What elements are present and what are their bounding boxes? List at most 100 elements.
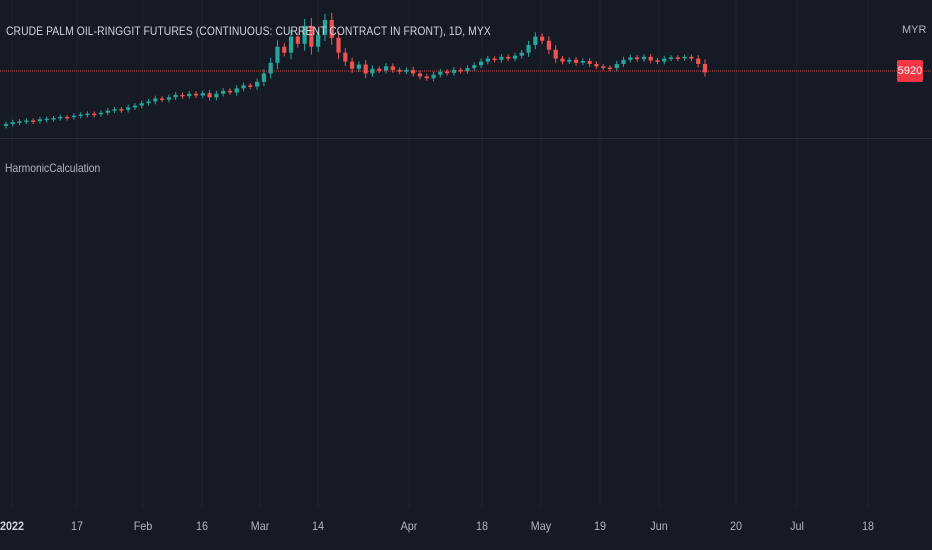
candle-body bbox=[560, 58, 565, 62]
candle bbox=[621, 56, 626, 68]
time-axis-label: 16 bbox=[195, 519, 209, 533]
candle bbox=[207, 89, 212, 101]
candle bbox=[10, 119, 15, 127]
candle bbox=[126, 104, 131, 113]
candle-body bbox=[424, 76, 429, 79]
candle bbox=[261, 69, 266, 87]
candle-body bbox=[499, 56, 504, 60]
candle bbox=[696, 55, 701, 68]
candle bbox=[512, 52, 518, 62]
candle bbox=[51, 115, 56, 122]
candle bbox=[397, 67, 402, 75]
candle-body bbox=[343, 52, 348, 62]
candle-body bbox=[146, 101, 151, 104]
candle bbox=[268, 57, 273, 79]
pane-separator[interactable] bbox=[0, 138, 932, 139]
candle bbox=[567, 57, 572, 65]
candle-body bbox=[696, 58, 701, 64]
candle bbox=[404, 67, 409, 75]
candle bbox=[458, 67, 463, 74]
candle-body bbox=[356, 64, 361, 69]
candle-body bbox=[193, 93, 199, 96]
candle bbox=[451, 67, 457, 76]
candle-body bbox=[241, 85, 246, 89]
candle-body bbox=[553, 49, 558, 59]
candle-body bbox=[85, 113, 90, 116]
candle-body bbox=[431, 74, 436, 79]
candle bbox=[472, 62, 477, 71]
candle-body bbox=[519, 52, 524, 56]
candle bbox=[506, 54, 511, 62]
candle-body bbox=[635, 57, 640, 60]
candle-body bbox=[119, 109, 124, 111]
time-axis-label: Feb bbox=[133, 519, 153, 533]
candle bbox=[635, 54, 640, 62]
candle-body bbox=[370, 68, 375, 74]
candle-body bbox=[180, 94, 185, 97]
candle-body bbox=[451, 69, 457, 73]
candle bbox=[377, 66, 382, 74]
candle-body bbox=[105, 110, 110, 113]
symbol-title[interactable]: CRUDE PALM OIL-RINGGIT FUTURES (CONTINUO… bbox=[6, 24, 491, 38]
currency-label: MYR bbox=[902, 24, 927, 36]
candle bbox=[200, 90, 205, 99]
candle bbox=[146, 98, 151, 106]
candle-body bbox=[668, 57, 674, 59]
candle-body bbox=[492, 58, 497, 61]
candle bbox=[594, 61, 599, 70]
candle-body bbox=[187, 93, 192, 97]
candle bbox=[587, 58, 592, 67]
chart-canvas[interactable] bbox=[0, 0, 932, 550]
candle bbox=[546, 36, 552, 55]
time-axis-label: 20 bbox=[729, 519, 743, 533]
candle-body bbox=[64, 116, 70, 119]
candle-body bbox=[573, 59, 579, 63]
candle bbox=[601, 64, 606, 71]
candle-body bbox=[17, 121, 22, 123]
candle-body bbox=[641, 56, 647, 60]
candle-body bbox=[207, 93, 212, 98]
candle-body bbox=[248, 85, 253, 87]
indicator-title[interactable]: HarmonicCalculation bbox=[5, 161, 100, 175]
time-axis-label: 18 bbox=[475, 519, 489, 533]
candle bbox=[37, 116, 43, 124]
candle-body bbox=[31, 120, 36, 122]
candle bbox=[187, 91, 192, 99]
candle-body bbox=[390, 66, 395, 70]
candle-body bbox=[254, 81, 260, 87]
time-axis-label: Apr bbox=[400, 519, 418, 533]
chart-area[interactable]: CRUDE PALM OIL-RINGGIT FUTURES (CONTINUO… bbox=[0, 0, 932, 550]
candle bbox=[350, 57, 355, 73]
candle-body bbox=[682, 56, 687, 59]
candle bbox=[492, 56, 497, 63]
candle-body bbox=[648, 56, 653, 61]
candle-body bbox=[227, 90, 233, 93]
candle-body bbox=[71, 115, 76, 118]
candle bbox=[58, 114, 63, 121]
candle bbox=[214, 90, 219, 101]
candle bbox=[356, 61, 361, 72]
candle bbox=[282, 43, 287, 57]
candle-body bbox=[506, 56, 511, 59]
candle-body bbox=[98, 112, 104, 115]
candle bbox=[607, 65, 613, 72]
candle bbox=[641, 54, 647, 62]
candle bbox=[241, 82, 246, 92]
time-axis-label: Jun bbox=[650, 519, 668, 533]
candle bbox=[24, 118, 29, 125]
candle bbox=[64, 114, 70, 121]
candle-body bbox=[268, 62, 273, 74]
candle bbox=[112, 106, 117, 114]
candle-body bbox=[526, 44, 531, 53]
candle-body bbox=[51, 118, 56, 120]
time-axis-label: Jul bbox=[790, 519, 804, 533]
candle bbox=[431, 71, 436, 82]
last-price-badge: 5920 bbox=[897, 60, 923, 82]
candle-body bbox=[132, 105, 138, 108]
candle bbox=[485, 55, 490, 65]
time-axis-label: 2022 bbox=[0, 519, 25, 533]
candle bbox=[628, 54, 633, 63]
candle-body bbox=[126, 107, 131, 110]
candle-body bbox=[594, 63, 599, 67]
candle bbox=[78, 112, 83, 119]
